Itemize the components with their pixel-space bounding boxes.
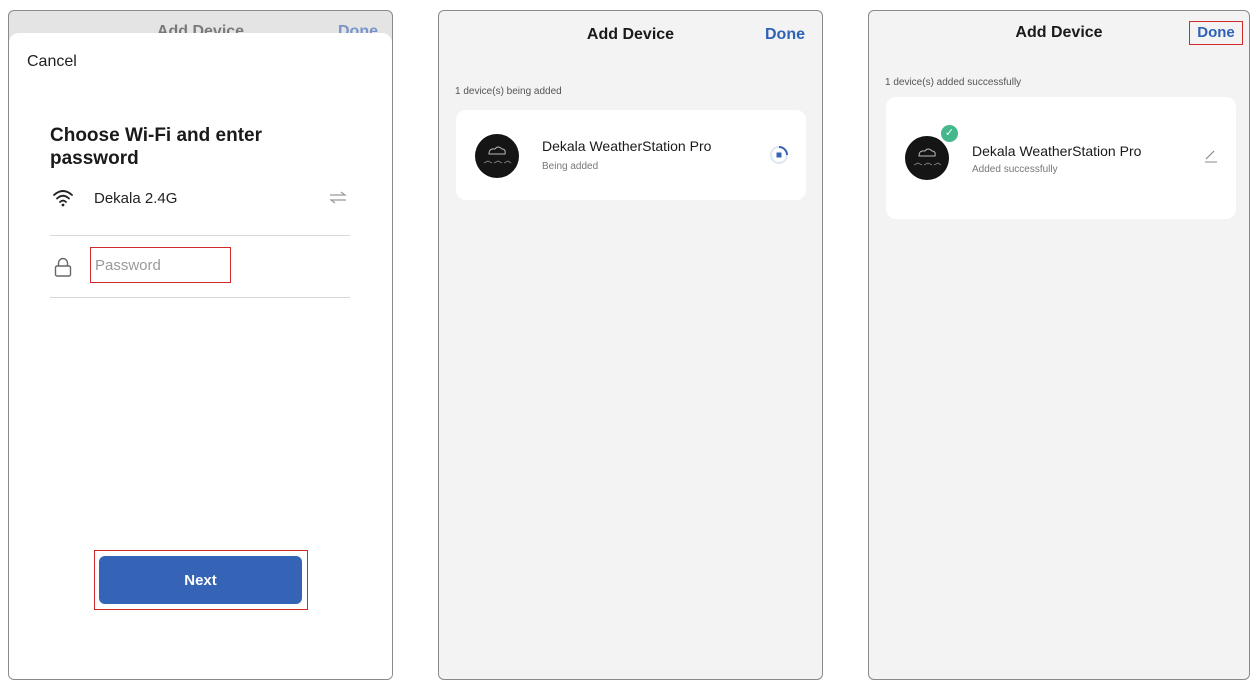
device-status: Being added xyxy=(542,161,599,172)
lock-icon xyxy=(54,257,72,277)
page-title: Choose Wi-Fi and enter password xyxy=(50,125,263,169)
device-status: Added successfully xyxy=(972,164,1058,175)
spinner-icon xyxy=(770,146,788,164)
status-text: 1 device(s) being added xyxy=(455,86,562,97)
device-image xyxy=(905,136,949,180)
wifi-name: Dekala 2.4G xyxy=(94,190,178,207)
device-image xyxy=(475,134,519,178)
wifi-setup-screen: Add Device Done Cancel Choose Wi-Fi and … xyxy=(8,10,393,680)
wifi-network-row[interactable]: Dekala 2.4G xyxy=(50,183,350,236)
device-name: Dekala WeatherStation Pro xyxy=(542,138,712,154)
device-added-screen: Add Device Done 1 device(s) added succes… xyxy=(868,10,1250,680)
swap-icon[interactable] xyxy=(328,189,348,205)
cancel-button[interactable]: Cancel xyxy=(27,53,77,71)
password-row xyxy=(50,235,350,298)
done-button[interactable]: Done xyxy=(765,26,805,44)
wifi-sheet: Cancel Choose Wi-Fi and enter password D… xyxy=(9,33,392,679)
adding-device-screen: Add Device Done 1 device(s) being added … xyxy=(438,10,823,680)
done-button[interactable]: Done xyxy=(1189,21,1243,45)
wifi-icon xyxy=(53,190,73,207)
check-icon: ✓ xyxy=(940,124,959,143)
password-input[interactable] xyxy=(90,247,231,283)
edit-icon[interactable] xyxy=(1204,149,1218,163)
next-button[interactable]: Next xyxy=(99,556,302,604)
status-text: 1 device(s) added successfully xyxy=(885,77,1022,88)
device-card[interactable]: Dekala WeatherStation Pro Being added xyxy=(456,110,806,200)
next-highlight: Next xyxy=(94,550,308,610)
device-card[interactable]: ✓ Dekala WeatherStation Pro Added succes… xyxy=(886,97,1236,219)
device-name: Dekala WeatherStation Pro xyxy=(972,143,1142,159)
